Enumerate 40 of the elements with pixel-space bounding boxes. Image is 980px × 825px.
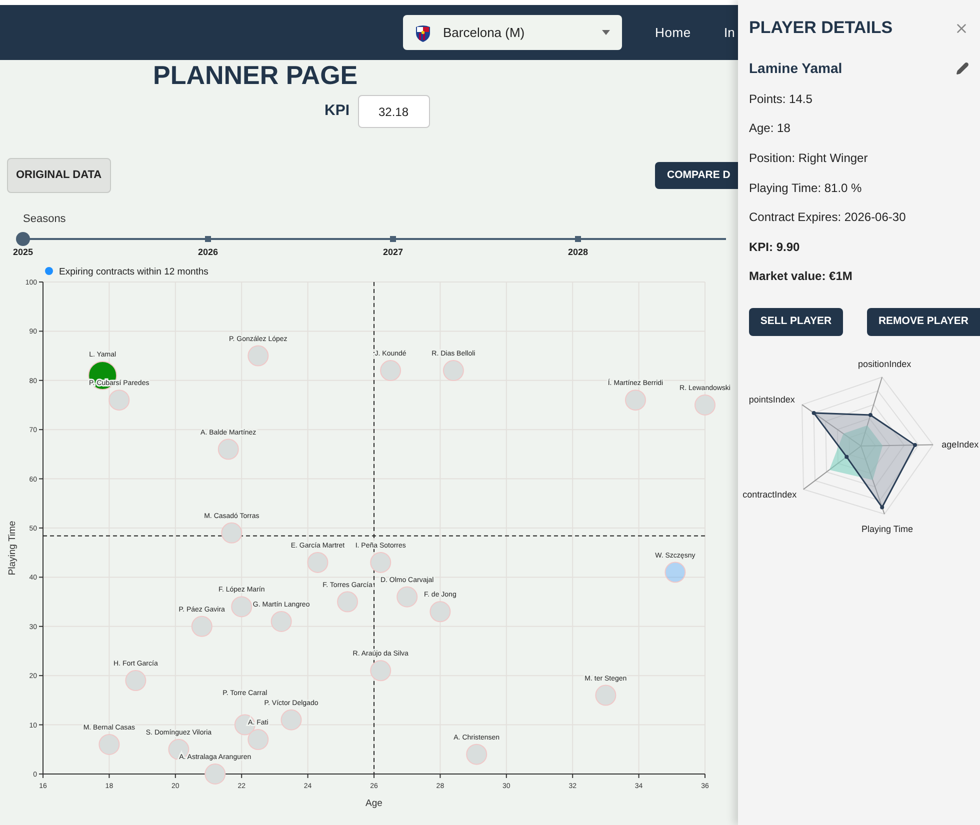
player-detail: Points: 14.5: [749, 90, 814, 108]
season-year-label: 2026: [196, 246, 220, 258]
team-select[interactable]: Barcelona (M): [403, 15, 622, 50]
player-detail: Playing Time: 81.0 %: [749, 180, 863, 197]
nav-link[interactable]: Home: [655, 22, 691, 42]
radar-axis-label: pointsIndex: [748, 394, 795, 405]
season-tick: [390, 236, 396, 242]
player-detail: Position: Right Winger: [749, 150, 869, 167]
player-detail: Market value: €1M: [749, 268, 854, 286]
player-detail: Contract Expires: 2026-06-30: [749, 209, 907, 226]
caret-icon: [602, 30, 610, 35]
legend-label: Expiring contracts within 12 months: [59, 266, 208, 277]
player-name: Lamine Yamal: [749, 58, 842, 78]
season-slider-track[interactable]: [16, 232, 726, 246]
season-tick: [205, 236, 211, 242]
edit-icon[interactable]: [956, 62, 969, 74]
player-detail: Age: 18: [749, 120, 792, 138]
kpi-label: KPI: [324, 101, 350, 122]
season-year-label: 2027: [382, 246, 404, 258]
club-crest-icon: [415, 24, 431, 42]
page-title: PLANNER PAGE: [153, 62, 358, 88]
sell-player-button[interactable]: SELL PLAYER: [749, 308, 843, 336]
y-axis-title: Playing Time: [7, 520, 18, 575]
x-axis-title: Age: [366, 798, 382, 808]
kpi-value-field[interactable]: 32.18: [358, 95, 430, 128]
seasons-label: Seasons: [23, 212, 67, 227]
compare-button[interactable]: COMPARE D: [655, 162, 738, 189]
original-data-button[interactable]: ORIGINAL DATA: [7, 158, 111, 193]
radar-axis-label: Playing Time: [862, 524, 914, 534]
season-year-label: 2025: [12, 246, 34, 258]
radar-axis-label: ageIndex: [942, 440, 979, 450]
player-detail: KPI: 9.90: [749, 238, 801, 256]
radar-axis-label: positionIndex: [858, 359, 912, 370]
season-slider-thumb[interactable]: [16, 232, 30, 246]
season-year-label: 2028: [566, 246, 590, 258]
drawer-title: PLAYER DETAILS: [749, 17, 893, 40]
nav-link[interactable]: In: [724, 22, 735, 42]
remove-player-button[interactable]: REMOVE PLAYER: [867, 308, 980, 336]
season-tick: [575, 236, 581, 242]
radar-axis-label: contractIndex: [742, 490, 797, 500]
